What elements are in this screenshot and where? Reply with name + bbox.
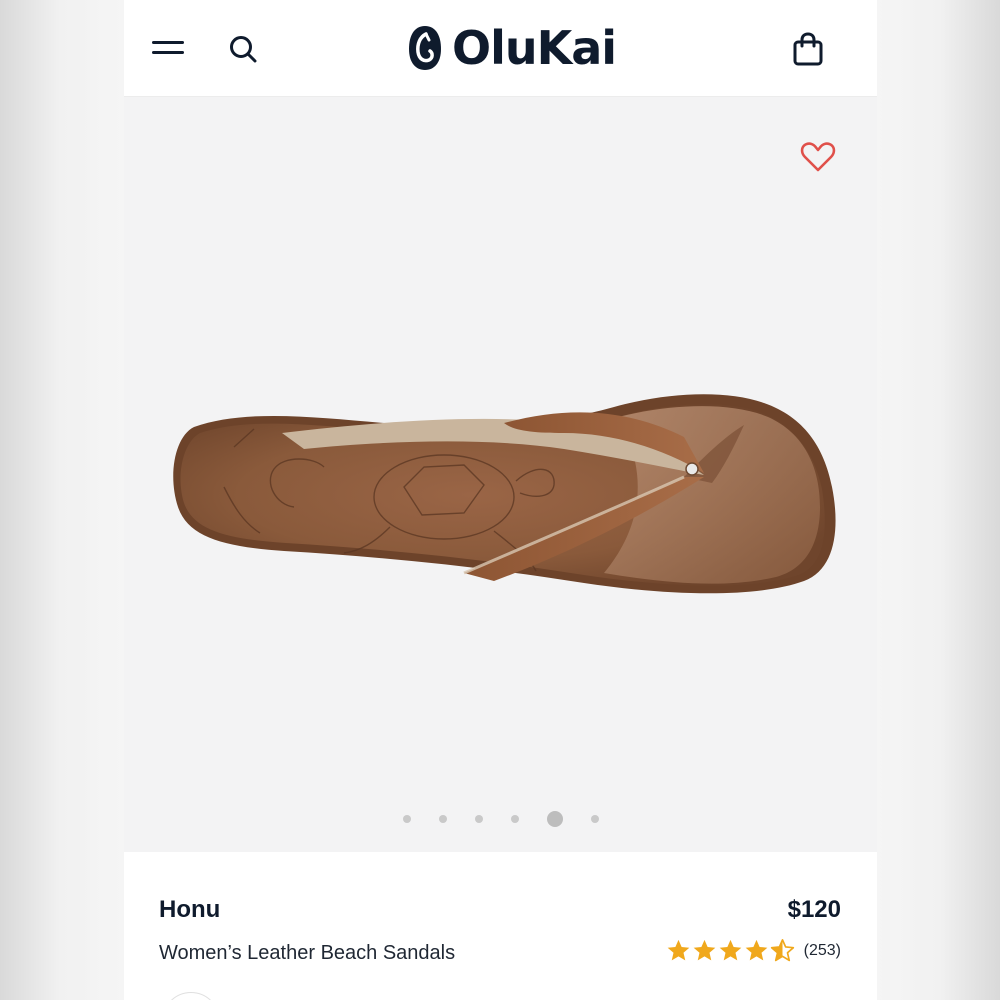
product-name[interactable]: Honu [159,896,220,924]
fish-hook-logo-icon [409,26,441,70]
hamburger-menu-icon [152,41,184,44]
mobile-screen: OluKai Honu $120 Women’s Leather Beach S… [124,0,877,1000]
gallery-pagination [124,811,877,827]
product-info: Honu $120 Women’s Leather Beach Sandals … [124,852,877,1000]
star-icon [719,939,741,961]
review-count[interactable]: (253) [804,942,841,960]
star-icon [667,939,689,961]
gallery-dot[interactable] [474,815,483,823]
product-rating[interactable]: (253) [666,938,841,963]
hamburger-menu-icon-line [152,51,184,54]
heart-outline-icon [800,142,836,172]
color-swatch[interactable] [162,992,220,1000]
gallery-dot[interactable] [590,815,599,823]
search-button[interactable] [222,28,264,70]
gallery-dot[interactable] [510,815,519,823]
favorite-button[interactable] [798,137,838,177]
menu-button[interactable] [146,30,190,66]
shopping-bag-icon [793,32,823,66]
search-icon [230,36,257,63]
gallery-dot-active[interactable] [546,811,563,827]
gallery-dot[interactable] [402,815,411,823]
star-half-icon [770,939,794,962]
product-price: $120 [787,896,841,923]
star-icon [693,939,715,961]
site-header: OluKai [124,0,877,97]
cart-button[interactable] [788,28,828,70]
brand-name: OluKai [452,21,617,75]
product-image-gallery[interactable] [124,97,877,852]
product-subtitle: Women’s Leather Beach Sandals [159,942,456,964]
brand-logo[interactable]: OluKai [406,18,617,78]
product-image-sandal [173,394,836,594]
star-icon [745,939,767,961]
rating-stars [666,938,796,963]
gallery-dot[interactable] [438,815,447,823]
